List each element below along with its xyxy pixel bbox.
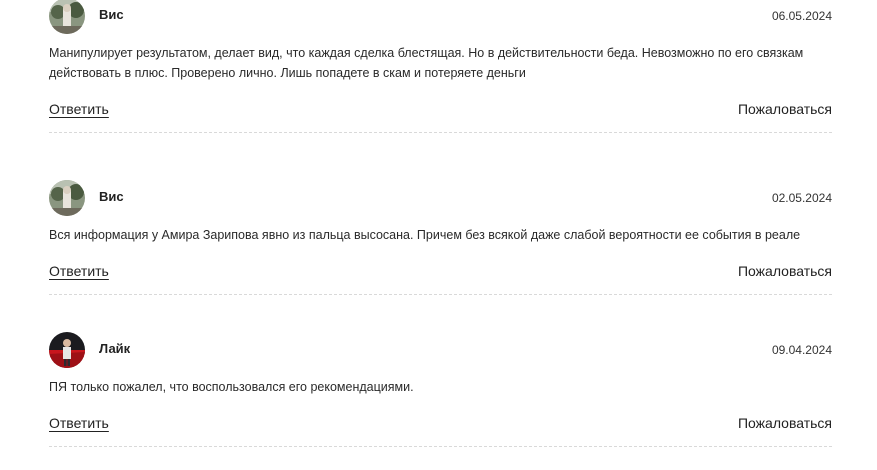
user-photo-icon: [49, 332, 85, 368]
comment-header: Вис 06.05.2024: [49, 0, 832, 34]
reply-link[interactable]: Ответить: [49, 262, 109, 280]
comment-actions: Ответить Пожаловаться: [49, 414, 832, 434]
comment-date: 09.04.2024: [771, 343, 832, 357]
report-link[interactable]: Пожаловаться: [738, 414, 832, 432]
comment-author: Вис: [99, 189, 124, 204]
comment-date: 06.05.2024: [771, 9, 832, 23]
comment-header: Вис 02.05.2024: [49, 180, 832, 216]
user-photo-icon: [49, 0, 85, 34]
comment-author: Лайк: [99, 341, 131, 356]
comment-text: ПЯ только пожалел, что воспользовался ег…: [49, 380, 414, 394]
comment-divider: [49, 294, 832, 295]
comment-divider: [49, 446, 832, 447]
comment-text: Вся информация у Амира Зарипова явно из …: [49, 228, 801, 242]
comment-date: 02.05.2024: [771, 191, 832, 205]
report-link[interactable]: Пожаловаться: [738, 100, 832, 118]
comment-header: Лайк 09.04.2024: [49, 332, 832, 368]
comment-actions: Ответить Пожаловаться: [49, 100, 832, 120]
reply-link[interactable]: Ответить: [49, 414, 109, 432]
comment-author: Вис: [99, 7, 124, 22]
reply-link[interactable]: Ответить: [49, 100, 109, 118]
avatar: [49, 180, 85, 216]
report-link[interactable]: Пожаловаться: [738, 262, 832, 280]
avatar: [49, 0, 85, 34]
comment-text: Манипулирует результатом, делает вид, чт…: [49, 46, 804, 80]
comment-actions: Ответить Пожаловаться: [49, 262, 832, 282]
comment-divider: [49, 132, 832, 133]
avatar: [49, 332, 85, 368]
user-photo-icon: [49, 180, 85, 216]
